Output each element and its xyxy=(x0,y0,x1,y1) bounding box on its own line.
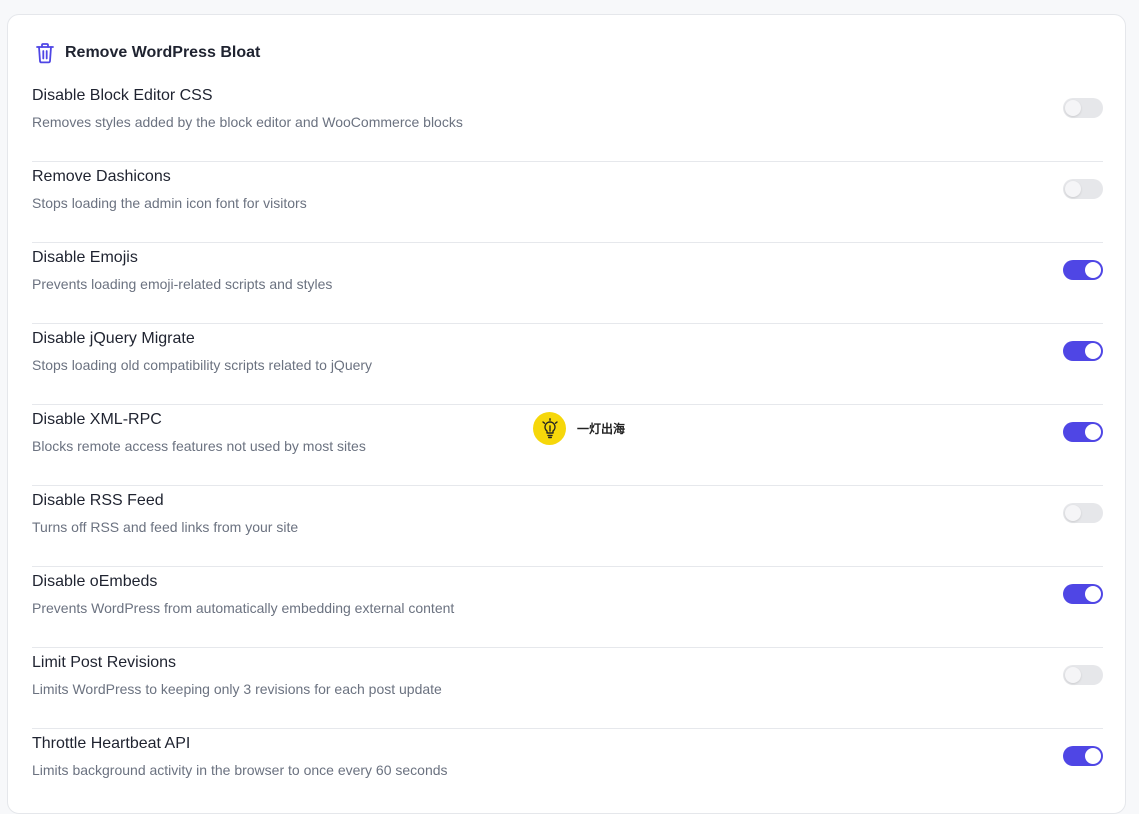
setting-row-heartbeat-api: Throttle Heartbeat API Limits background… xyxy=(32,729,1103,810)
setting-row-jquery-migrate: Disable jQuery Migrate Stops loading old… xyxy=(32,324,1103,405)
toggle-knob xyxy=(1065,505,1081,521)
toggle-knob xyxy=(1085,586,1101,602)
toggle-knob xyxy=(1065,667,1081,683)
toggle-emojis[interactable] xyxy=(1063,260,1103,280)
toggle-jquery-migrate[interactable] xyxy=(1063,341,1103,361)
toggle-post-revisions[interactable] xyxy=(1063,665,1103,685)
setting-label: Disable Emojis xyxy=(32,249,138,266)
setting-label: Limit Post Revisions xyxy=(32,654,177,671)
setting-description: Prevents loading emoji-related scripts a… xyxy=(32,276,333,292)
setting-description: Stops loading old compatibility scripts … xyxy=(32,357,373,373)
toggle-rss-feed[interactable] xyxy=(1063,503,1103,523)
toggle-knob xyxy=(1065,100,1081,116)
trash-icon xyxy=(34,42,56,64)
toggle-oembeds[interactable] xyxy=(1063,584,1103,604)
setting-label: Disable XML-RPC xyxy=(32,411,162,428)
setting-label: Disable RSS Feed xyxy=(32,492,164,509)
watermark: 一灯出海 xyxy=(533,412,625,445)
setting-description: Turns off RSS and feed links from your s… xyxy=(32,519,299,535)
setting-row-rss-feed: Disable RSS Feed Turns off RSS and feed … xyxy=(32,486,1103,567)
setting-row-oembeds: Disable oEmbeds Prevents WordPress from … xyxy=(32,567,1103,648)
setting-label: Remove Dashicons xyxy=(32,168,171,185)
setting-description: Limits WordPress to keeping only 3 revis… xyxy=(32,681,442,697)
setting-description: Blocks remote access features not used b… xyxy=(32,438,366,454)
section-title: Remove WordPress Bloat xyxy=(65,44,261,61)
setting-row-block-editor-css: Disable Block Editor CSS Removes styles … xyxy=(32,81,1103,162)
setting-description: Removes styles added by the block editor… xyxy=(32,114,463,130)
setting-label: Disable oEmbeds xyxy=(32,573,158,590)
toggle-knob xyxy=(1085,424,1101,440)
toggle-knob xyxy=(1085,262,1101,278)
setting-row-post-revisions: Limit Post Revisions Limits WordPress to… xyxy=(32,648,1103,729)
setting-description: Prevents WordPress from automatically em… xyxy=(32,600,455,616)
lightbulb-icon xyxy=(533,412,566,445)
settings-list: Disable Block Editor CSS Removes styles … xyxy=(32,81,1103,810)
setting-row-dashicons: Remove Dashicons Stops loading the admin… xyxy=(32,162,1103,243)
toggle-xml-rpc[interactable] xyxy=(1063,422,1103,442)
setting-label: Disable Block Editor CSS xyxy=(32,87,213,104)
setting-description: Stops loading the admin icon font for vi… xyxy=(32,195,307,211)
toggle-knob xyxy=(1065,181,1081,197)
setting-label: Throttle Heartbeat API xyxy=(32,735,191,752)
toggle-heartbeat-api[interactable] xyxy=(1063,746,1103,766)
toggle-knob xyxy=(1085,748,1101,764)
toggle-knob xyxy=(1085,343,1101,359)
watermark-text: 一灯出海 xyxy=(577,422,626,436)
toggle-block-editor-css[interactable] xyxy=(1063,98,1103,118)
section-header: Remove WordPress Bloat xyxy=(34,41,260,65)
toggle-dashicons[interactable] xyxy=(1063,179,1103,199)
setting-label: Disable jQuery Migrate xyxy=(32,330,195,347)
setting-description: Limits background activity in the browse… xyxy=(32,762,448,778)
setting-row-emojis: Disable Emojis Prevents loading emoji-re… xyxy=(32,243,1103,324)
